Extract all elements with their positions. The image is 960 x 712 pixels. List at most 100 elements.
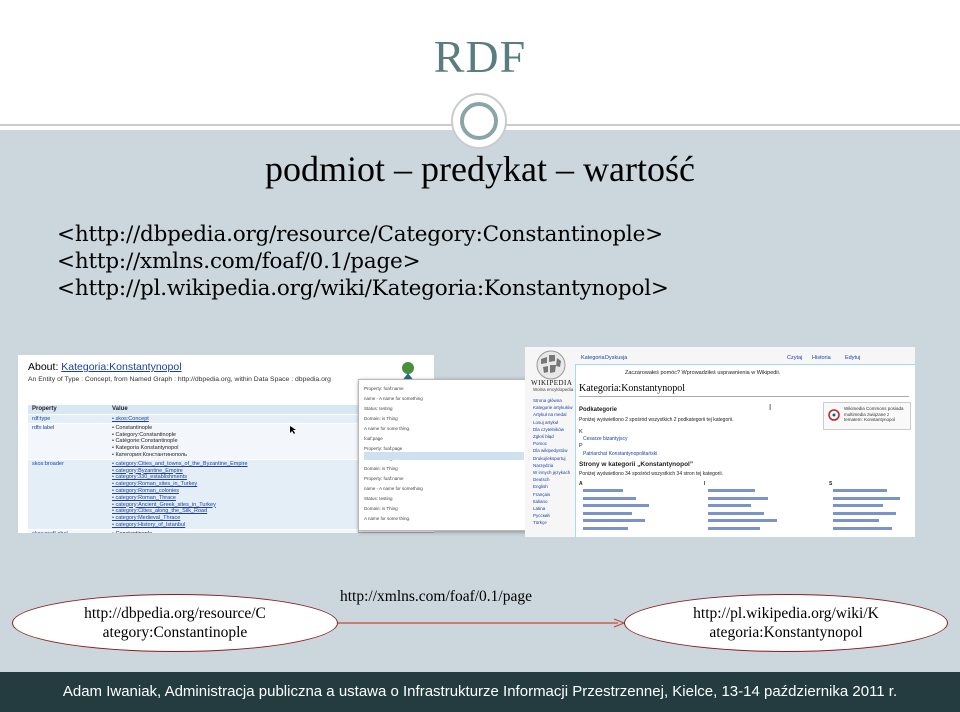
table-row: rdfs:label • Constantinople • Category:Con…: [28, 423, 358, 460]
property-value[interactable]: • category:History_of_Istanbul: [112, 522, 185, 529]
page-list-link[interactable]: [833, 519, 879, 522]
vocab-line: Domain: is Thing: [364, 416, 398, 421]
dbpedia-about: About: Kategoria:Konstantynopol: [28, 361, 182, 373]
property-value[interactable]: • category:Roman_Thrace: [112, 495, 176, 502]
vocab-line: Domain: is Thing: [364, 506, 398, 511]
property-name[interactable]: rdf:type: [32, 416, 50, 423]
sidebar-link[interactable]: Latina: [533, 505, 545, 512]
subcat-link-1[interactable]: Cesarze bizantyjscy: [583, 436, 627, 443]
page-list-link[interactable]: [833, 496, 900, 500]
sidebar-link[interactable]: Losuj artykuł: [533, 419, 558, 426]
page-list-link[interactable]: [708, 504, 751, 507]
sidebar-link[interactable]: W innych językach: [533, 469, 570, 476]
subcat-info: Poniżej wyświetlono 2 spośród wszystkich…: [579, 417, 734, 423]
sidebar-link[interactable]: Dla wikipedystów: [533, 447, 568, 454]
property-value[interactable]: • category:Roman_sites_in_Turkey: [112, 481, 197, 488]
page-list-link[interactable]: [708, 496, 768, 500]
subcat-letter-p: P: [579, 443, 583, 449]
subject-node: http://dbpedia.org/resource/C ategory:Co…: [12, 594, 338, 652]
page-list-link[interactable]: [833, 504, 883, 507]
page-list-link[interactable]: [583, 496, 636, 500]
vocab-line: A name for some thing.: [364, 516, 411, 521]
sidebar-link[interactable]: Narzędzia: [533, 462, 553, 469]
sidebar-link[interactable]: Русский: [533, 512, 550, 519]
commons-box: Wikimedia Commons posiada multimedia zwi…: [823, 402, 911, 430]
sidebar-link[interactable]: English: [533, 483, 548, 490]
triple-subtitle: podmiot – predykat – wartość: [0, 148, 960, 190]
property-name[interactable]: skos:broader: [32, 461, 64, 468]
subtitle-dash-2: –: [556, 149, 574, 189]
page-list-link[interactable]: [583, 519, 645, 522]
subtitle-value: wartość: [583, 149, 695, 189]
text-cursor-icon: I: [769, 403, 772, 412]
property-value: • Constantinople: [112, 424, 153, 431]
predicate-label: http://xmlns.com/foaf/0.1/page: [340, 588, 532, 605]
sidebar-link[interactable]: Dla czytelników: [533, 426, 564, 433]
about-label: About:: [28, 361, 59, 373]
vocab-line: name - A name for something: [364, 396, 423, 401]
wikipedia-page-title: Kategoria:Konstantynopol: [579, 383, 686, 394]
sidebar-link[interactable]: Türkçe: [533, 519, 547, 526]
subcat-link-2[interactable]: Patriarchat Konstantynopolitański: [583, 451, 657, 458]
sidebar-link[interactable]: Drukuj/eksportuj: [533, 455, 566, 462]
property-value[interactable]: • category:Medieval_Thrace: [112, 515, 180, 522]
sidebar-link[interactable]: Artykuł na medal: [533, 411, 567, 418]
property-value[interactable]: • skos:Concept: [112, 416, 149, 423]
page-list-link[interactable]: [833, 489, 887, 492]
sidebar-link[interactable]: Deutsch: [533, 476, 550, 483]
wikipedia-tagline: Wolna encyklopedia: [533, 387, 574, 392]
page-list-link[interactable]: [833, 511, 896, 515]
page-list-link[interactable]: [708, 519, 777, 522]
about-value-link[interactable]: Kategoria:Konstantynopol: [61, 361, 181, 373]
subtitle-dash-1: –: [394, 149, 413, 189]
sidebar-link[interactable]: Zgłoś błąd: [533, 433, 554, 440]
uri-subject: <http://dbpedia.org/resource/Category:Co…: [57, 222, 663, 247]
wikipedia-notice: Zaczarowałeś pomóc? Wprowadziłeś usprawn…: [625, 370, 781, 376]
page-list-link[interactable]: [708, 511, 764, 515]
page-list-link[interactable]: [583, 489, 623, 492]
property-value: • Категория:Константинополь: [112, 451, 187, 458]
property-value[interactable]: • category:Cities_and_towns_of_the_Byzan…: [112, 461, 248, 468]
sidebar-link[interactable]: Kategorie artykułów: [533, 404, 573, 411]
property-name[interactable]: skos:prefLabel: [32, 531, 68, 533]
pages-info: Poniżej wyświetlono 34 spośród wszystkic…: [579, 471, 723, 477]
page-list-link[interactable]: [708, 526, 760, 530]
object-line-2: ategoria:Konstantynopol: [709, 624, 863, 641]
subcat-header: Podkategorie: [579, 407, 618, 413]
property-value[interactable]: • category:Byzantine_Empire: [112, 468, 183, 475]
page-list-link[interactable]: [708, 489, 755, 492]
property-name[interactable]: rdfs:label: [32, 425, 54, 432]
sidebar-link[interactable]: Strona główna: [533, 397, 562, 404]
property-value[interactable]: • category:Cities_along_the_Silk_Road: [112, 508, 207, 515]
subject-line-1: http://dbpedia.org/resource/C: [84, 605, 266, 622]
property-value[interactable]: • category:Roman_colonies: [112, 488, 179, 495]
vocab-line: name - A name for something: [364, 486, 423, 491]
sidebar-link[interactable]: Italiano: [533, 498, 548, 505]
page-list-link[interactable]: [833, 526, 892, 530]
page-list-link[interactable]: [583, 504, 649, 507]
vocab-line: foaf:page: [364, 436, 383, 441]
vocab-line: Property: foaf:name: [364, 386, 404, 391]
predicate-arrow-icon: [338, 614, 628, 628]
foaf-vocab-screenshot: Property: foaf:name name - A name for som…: [358, 379, 530, 531]
vocab-line: Status: testing: [364, 496, 393, 501]
tab-historia[interactable]: Historia: [812, 355, 831, 362]
property-value[interactable]: • category:330_establishments: [112, 474, 187, 481]
uri-object: <http://pl.wikipedia.org/wiki/Kategoria:…: [57, 276, 669, 301]
property-value[interactable]: • category:Ancient_Greek_sites_in_Turkey: [112, 502, 216, 509]
commons-logo-icon: [827, 407, 841, 423]
tab-kategoria[interactable]: Kategoria: [581, 355, 605, 362]
commons-text: Wikimedia Commons posiada multimedia zwi…: [844, 406, 904, 422]
sidebar-link[interactable]: Pomoc: [533, 440, 547, 447]
page-list-link[interactable]: [583, 511, 632, 515]
wikipedia-wordmark: WIKIPEDIA: [531, 379, 573, 387]
table-row: skos:broader • category:Cities_and_towns_…: [28, 459, 358, 530]
tab-edytuj[interactable]: Edytuj: [845, 355, 860, 362]
tab-czytaj[interactable]: Czytaj: [787, 355, 802, 362]
page-list-link[interactable]: [583, 526, 628, 530]
tab-dyskusja[interactable]: Dyskusja: [605, 355, 627, 362]
subtitle-subject: podmiot: [265, 149, 386, 189]
sidebar-link[interactable]: Français: [533, 491, 550, 498]
ornament-circle-inner-icon: [460, 102, 498, 140]
subtitle-predicate: predykat: [421, 149, 547, 189]
